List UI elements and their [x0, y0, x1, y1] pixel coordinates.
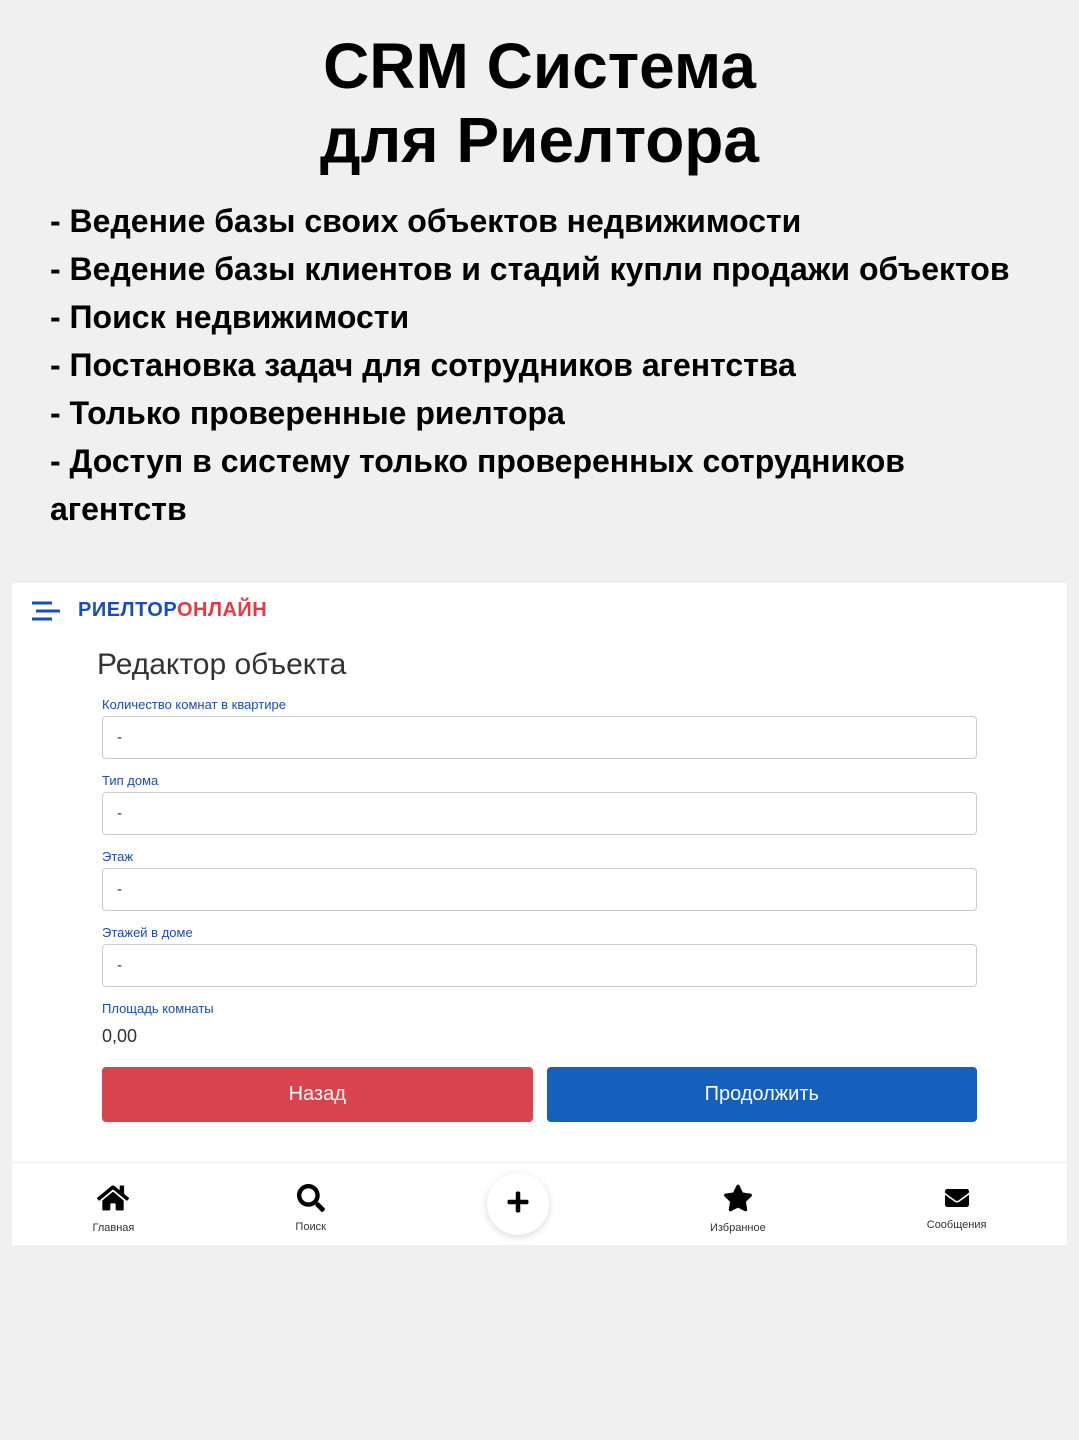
label-house-type: Тип дома	[102, 773, 977, 788]
back-button[interactable]: Назад	[102, 1067, 533, 1122]
tab-label-messages: Сообщения	[927, 1219, 987, 1231]
label-floors-total: Этажей в доме	[102, 925, 977, 940]
select-floor[interactable]: -	[102, 868, 977, 911]
feature-item: - Доступ в систему только проверенных со…	[50, 437, 1029, 533]
feature-item: - Только проверенные риелтора	[50, 389, 1029, 437]
tab-add[interactable]	[487, 1173, 549, 1235]
tab-bar: Главная Поиск Избранное	[12, 1162, 1067, 1245]
label-rooms: Количество комнат в квартире	[102, 697, 977, 712]
star-icon	[723, 1183, 753, 1218]
label-floor: Этаж	[102, 849, 977, 864]
app-body: Редактор объекта Количество комнат в ква…	[12, 648, 1067, 1142]
home-icon	[97, 1183, 129, 1218]
select-rooms[interactable]: -	[102, 716, 977, 759]
hero-section: CRM Система для Риелтора - Ведение базы …	[0, 0, 1079, 563]
features-list: - Ведение базы своих объектов недвижимос…	[50, 197, 1029, 533]
logo-part2: ОНЛАЙН	[177, 599, 267, 621]
tab-messages[interactable]: Сообщения	[927, 1186, 987, 1231]
tab-label-home: Главная	[93, 1222, 135, 1234]
app-header: РИЕЛТОРОНЛАЙН	[12, 583, 1067, 638]
logo-part1: РИЕЛТОР	[78, 599, 177, 621]
tab-home[interactable]: Главная	[93, 1183, 135, 1234]
tab-label-search: Поиск	[295, 1221, 325, 1233]
tab-label-favorites: Избранное	[710, 1222, 766, 1234]
feature-item: - Постановка задач для сотрудников агент…	[50, 341, 1029, 389]
select-house-type[interactable]: -	[102, 792, 977, 835]
title-line-1: CRM Система	[323, 30, 756, 102]
hero-title: CRM Система для Риелтора	[50, 30, 1029, 177]
menu-icon[interactable]	[32, 600, 60, 622]
feature-item: - Ведение базы своих объектов недвижимос…	[50, 197, 1029, 245]
search-icon	[297, 1184, 325, 1217]
form-group-room-area: Площадь комнаты 0,00	[102, 1001, 977, 1047]
label-room-area: Площадь комнаты	[102, 1001, 977, 1016]
feature-item: - Поиск недвижимости	[50, 293, 1029, 341]
button-row: Назад Продолжить	[102, 1067, 977, 1122]
app-window: РИЕЛТОРОНЛАЙН Редактор объекта Количеств…	[12, 583, 1067, 1245]
tab-search[interactable]: Поиск	[295, 1184, 325, 1233]
form-group-house-type: Тип дома -	[102, 773, 977, 835]
page-title: Редактор объекта	[97, 648, 977, 682]
app-logo: РИЕЛТОРОНЛАЙН	[78, 599, 267, 622]
form-group-rooms: Количество комнат в квартире -	[102, 697, 977, 759]
continue-button[interactable]: Продолжить	[547, 1067, 978, 1122]
tab-favorites[interactable]: Избранное	[710, 1183, 766, 1234]
form-group-floor: Этаж -	[102, 849, 977, 911]
select-floors-total[interactable]: -	[102, 944, 977, 987]
feature-item: - Ведение базы клиентов и стадий купли п…	[50, 245, 1029, 293]
title-line-2: для Риелтора	[320, 104, 759, 176]
envelope-icon	[942, 1186, 972, 1215]
plus-icon	[506, 1190, 530, 1219]
form-group-floors-total: Этажей в доме -	[102, 925, 977, 987]
input-room-area[interactable]: 0,00	[102, 1020, 977, 1047]
